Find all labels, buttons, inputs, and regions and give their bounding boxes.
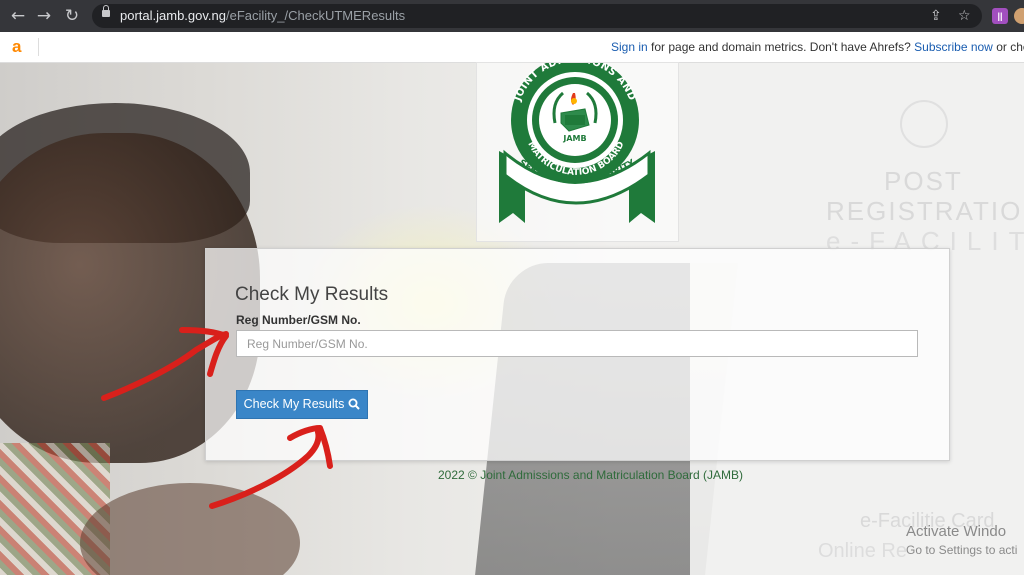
background-photo-hand [80, 483, 300, 575]
subscribe-link[interactable]: Subscribe now [914, 40, 993, 54]
check-results-button[interactable]: Check My Results [236, 390, 368, 419]
reg-number-input[interactable] [236, 330, 918, 357]
check-results-button-label: Check My Results [243, 397, 345, 411]
url-host: portal.jamb.gov.ng [120, 8, 226, 23]
sign-in-link[interactable]: Sign in [611, 40, 648, 54]
ahrefs-text-2: or check our [996, 40, 1024, 54]
watermark-text: REGISTRATION [826, 196, 1024, 226]
url-text[interactable]: portal.jamb.gov.ng/eFacility_/CheckUTMER… [120, 4, 405, 28]
check-results-panel: Check My Results Reg Number/GSM No. Chec… [205, 248, 950, 461]
forward-arrow-icon[interactable]: → [34, 6, 54, 26]
ahrefs-message: Sign in for page and domain metrics. Don… [611, 32, 1024, 62]
footer-copyright: 2022 © Joint Admissions and Matriculatio… [438, 468, 743, 482]
browser-toolbar: ← → ↻ portal.jamb.gov.ng/eFacility_/Chec… [0, 0, 1024, 32]
ahrefs-bar: a Sign in for page and domain metrics. D… [0, 32, 1024, 63]
star-icon[interactable]: ☆ [958, 7, 971, 25]
divider [38, 38, 39, 56]
watermark-text: POST [884, 166, 963, 196]
reload-icon[interactable]: ↻ [62, 6, 82, 26]
svg-text:JAMB: JAMB [562, 134, 586, 143]
ahrefs-text: for page and domain metrics. Don't have … [647, 40, 915, 54]
back-arrow-icon[interactable]: ← [8, 6, 28, 26]
reg-number-label: Reg Number/GSM No. [236, 313, 361, 327]
address-bar[interactable]: portal.jamb.gov.ng/eFacility_/CheckUTMER… [92, 4, 982, 28]
share-icon[interactable]: ⇪ [930, 7, 942, 25]
url-path: /eFacility_/CheckUTMEResults [226, 8, 406, 23]
lock-icon[interactable] [102, 5, 110, 17]
activate-windows-subtitle: Go to Settings to acti [906, 543, 1018, 557]
activate-windows-title: Activate Windo [906, 523, 1007, 540]
watermark-text: Online Re [818, 540, 907, 562]
extension-icon[interactable]: || [992, 8, 1008, 24]
jamb-logo: JOINT ADMISSIONS AND MATRICULATION BOARD… [476, 62, 679, 242]
avatar[interactable] [1014, 8, 1024, 24]
page-title: Check My Results [235, 284, 389, 305]
watermark-seal-icon [900, 100, 948, 148]
search-icon [348, 398, 361, 410]
ahrefs-logo[interactable]: a [12, 37, 21, 57]
